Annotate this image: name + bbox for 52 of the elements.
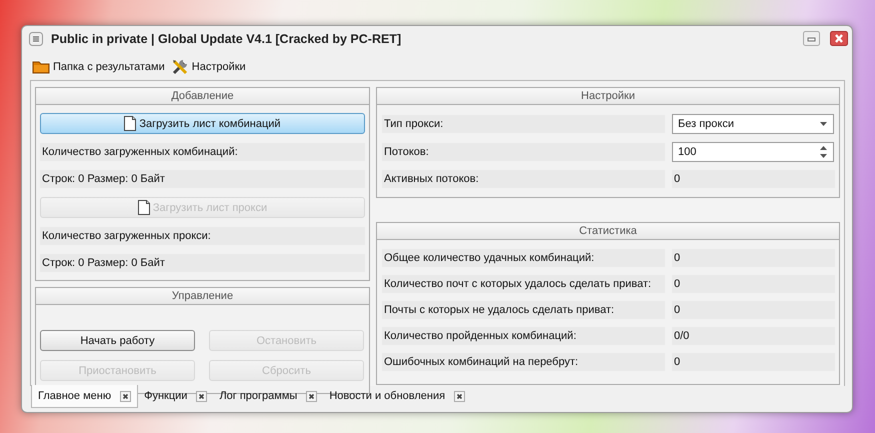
close-icon[interactable] — [454, 390, 466, 402]
spinner-arrows-icon — [820, 145, 827, 159]
stat-value: 0 — [672, 353, 835, 371]
spinner-value: 100 — [678, 146, 696, 158]
tab-label[interactable]: Новости и обновления — [329, 390, 446, 402]
toolbar-button[interactable]: Настройки — [170, 57, 246, 77]
close-icon[interactable] — [306, 390, 318, 402]
toolbar-button[interactable]: Папка с результатами — [32, 57, 165, 77]
group-title: Добавление — [36, 88, 369, 105]
tools-icon — [170, 58, 189, 76]
tab[interactable]: Новости и обновления — [323, 386, 472, 406]
close-icon[interactable] — [196, 390, 208, 402]
stat-label: Количество пройденных комбинаций: — [382, 327, 665, 345]
info-label: Количество загруженных прокси: — [40, 227, 365, 245]
stat-label: Ошибочных комбинаций на перебрут: — [382, 353, 665, 371]
stat-label: Почты с которых не удалось сделать приват: — [382, 301, 665, 319]
threads-spinner[interactable]: 100 — [672, 142, 834, 162]
window-title: Public in private | Global Update V4.1 [Cracked by PC-RET] — [51, 32, 402, 46]
group-title: Статистика — [377, 223, 839, 240]
stat-value: 0 — [672, 249, 835, 267]
stat-label: Общее количество удачных комбинаций: — [382, 249, 665, 267]
setting-label: Потоков: — [382, 143, 665, 161]
stat-label: Количество почт с которых удалось сделать приват: — [382, 275, 665, 293]
group-title: Настройки — [377, 88, 839, 105]
tab-label[interactable]: Функции — [144, 390, 188, 402]
tab-label[interactable]: Главное меню — [38, 390, 112, 402]
tab[interactable]: Функции — [138, 386, 214, 406]
document-icon — [138, 200, 150, 215]
close-icon[interactable] — [830, 31, 848, 46]
value-label: 0 — [672, 170, 835, 188]
setting-label: Тип прокси: — [382, 115, 665, 133]
proxy-dropdown[interactable]: Без прокси — [672, 114, 834, 134]
setting-label: Активных потоков: — [382, 170, 665, 188]
group-title: Управление — [36, 288, 369, 305]
info-label: Количество загруженных комбинаций: — [40, 143, 365, 161]
tab[interactable]: Главное меню — [31, 385, 138, 408]
stat-value: 0/0 — [672, 327, 835, 345]
dropdown-arrow-icon — [820, 122, 827, 126]
menu-icon[interactable] — [29, 32, 43, 46]
close-icon[interactable] — [120, 390, 132, 402]
minimize-icon[interactable] — [803, 31, 820, 46]
tab[interactable]: Лог программы — [213, 386, 324, 406]
info-label: Строк: 0 Размер: 0 Байт — [40, 170, 365, 188]
info-label: Строк: 0 Размер: 0 Байт — [40, 254, 365, 272]
load-button[interactable]: Загрузить лист комбинаций — [40, 113, 365, 134]
tab-label[interactable]: Лог программы — [219, 390, 298, 402]
control-button[interactable]: Начать работу — [40, 330, 195, 351]
stat-value: 0 — [672, 275, 835, 293]
stat-value: 0 — [672, 301, 835, 319]
dropdown-value: Без прокси — [678, 118, 734, 130]
document-icon — [124, 116, 136, 131]
folder-icon — [32, 60, 50, 74]
